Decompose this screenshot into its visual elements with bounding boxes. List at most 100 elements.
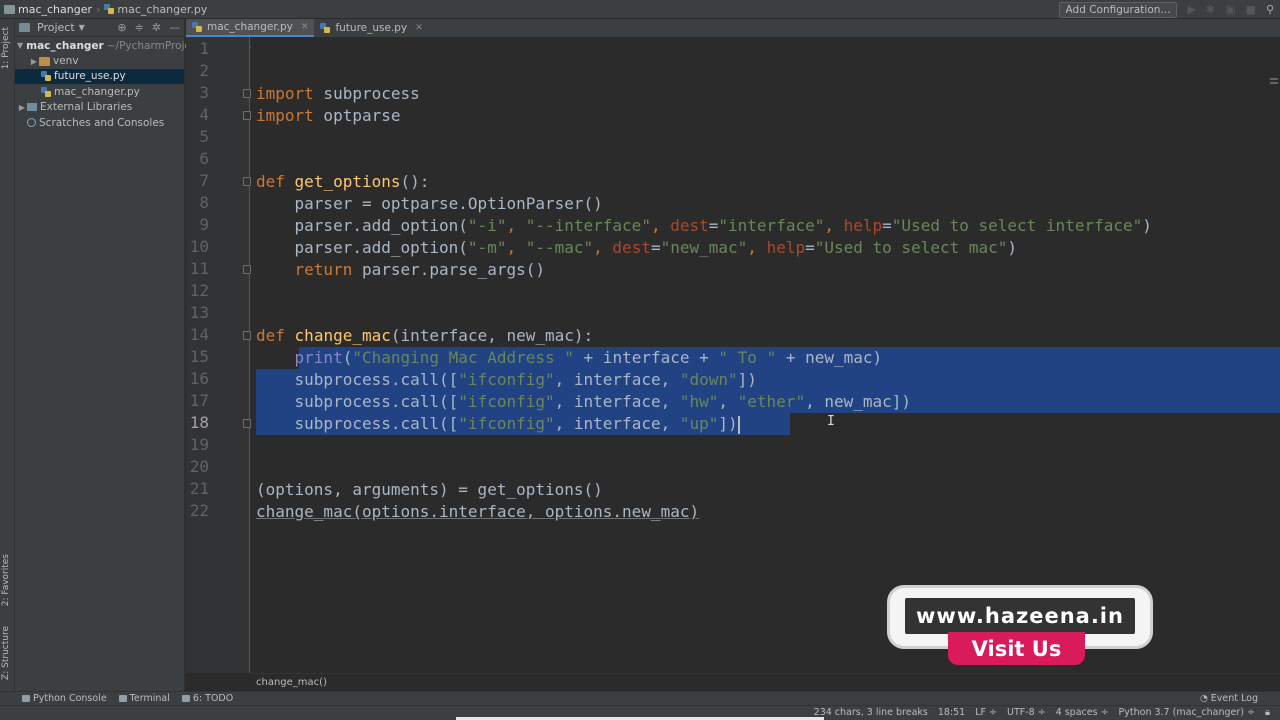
hide-icon[interactable]: — (169, 21, 180, 34)
gear-icon[interactable]: ✲ (152, 21, 161, 34)
fold-marker-icon[interactable] (243, 111, 251, 120)
project-panel-header: Project ▼ ⊕ ≑ ✲ — (15, 19, 184, 37)
line-number: 11 (189, 259, 209, 278)
breadcrumb-project[interactable]: mac_changer (4, 3, 92, 16)
coverage-icon[interactable]: ▣ (1225, 3, 1235, 16)
tree-item-future-use[interactable]: future_use.py (15, 68, 184, 85)
close-icon[interactable]: ✕ (301, 22, 309, 32)
python-file-icon (41, 71, 51, 82)
string: "--mac" (525, 238, 594, 257)
line-separator[interactable]: LF ÷ (975, 707, 997, 718)
terminal-icon (118, 695, 127, 702)
event-log-button[interactable]: ◔ Event Log (1200, 693, 1258, 704)
fold-marker-icon[interactable] (243, 89, 251, 98)
mouse-ibeam-cursor-icon: I (827, 414, 835, 429)
string: "interface" (718, 216, 825, 235)
chevron-right-icon[interactable]: ▶ (29, 57, 39, 66)
breadcrumb-file[interactable]: mac_changer.py (104, 3, 207, 16)
scrollbar-marker[interactable] (1270, 78, 1278, 84)
tree-item-label: venv (53, 55, 79, 68)
code-text: subprocess (313, 84, 420, 103)
code-editor[interactable]: import subprocess import optparse def ge… (251, 37, 1280, 673)
code-text: ) (1142, 216, 1152, 235)
python-file-icon (192, 22, 202, 32)
python-file-icon (320, 23, 331, 33)
code-text: ]) (718, 414, 738, 433)
line-number: 2 (199, 61, 209, 80)
line-number: 6 (199, 149, 209, 168)
string: "down" (679, 370, 738, 389)
line-number: 17 (189, 391, 209, 410)
tree-item-scratches[interactable]: Scratches and Consoles (15, 115, 184, 130)
chevron-right-icon[interactable]: ▶ (17, 103, 27, 112)
line-number: 16 (189, 369, 209, 388)
fold-marker-icon[interactable] (243, 419, 251, 428)
lock-icon[interactable]: 🔒︎ (1265, 707, 1270, 718)
tool-window-bar: Python Console Terminal 6: TODO ◔ Event … (0, 691, 1280, 705)
code-text: = (882, 216, 892, 235)
tree-item-label: Scratches and Consoles (39, 116, 165, 129)
python-console-icon (22, 695, 30, 702)
file-encoding[interactable]: UTF-8 ÷ (1007, 707, 1046, 718)
line-number: 3 (199, 83, 209, 102)
project-tool-tab[interactable]: 1: Project (1, 27, 11, 69)
code-text: (): (400, 172, 430, 191)
line-number-gutter[interactable]: 1 2 3 4 6 5 7 8 9 10 11 12 13 14 15 16 1… (186, 37, 251, 673)
tab-future-use[interactable]: future_use.py ✕ (314, 19, 428, 37)
caret-position[interactable]: 18:51 (938, 707, 965, 718)
tree-item-mac-changer[interactable]: mac_changer.py (15, 84, 184, 99)
chevron-down-icon[interactable]: ▼ (17, 41, 23, 50)
tree-item-root[interactable]: ▼ mac_changer ~/PycharmProjects/mac_chan… (15, 38, 280, 53)
code-text: subprocess.call([ (256, 392, 459, 411)
navigation-bar: mac_changer › mac_changer.py Add Configu… (0, 0, 1280, 19)
run-icon[interactable]: ▶ (1187, 3, 1195, 16)
terminal-button[interactable]: Terminal (118, 693, 170, 704)
fold-marker-icon[interactable] (243, 265, 251, 274)
code-line-9: parser.add_option("-i", "--interface", d… (256, 215, 1152, 237)
chevron-down-icon[interactable]: ▼ (79, 23, 85, 32)
fold-marker-icon[interactable] (243, 177, 251, 186)
close-icon[interactable]: ✕ (415, 23, 423, 33)
tab-label: future_use.py (335, 22, 408, 34)
library-icon (27, 103, 37, 112)
tree-item-label: mac_changer (26, 39, 104, 52)
interpreter-selector[interactable]: Python 3.7 (mac_changer) ÷ (1119, 707, 1255, 718)
breadcrumb-separator: › (96, 2, 101, 16)
line-number: 10 (189, 237, 209, 256)
favorites-tool-tab[interactable]: 2: Favorites (1, 554, 11, 606)
breadcrumb-function[interactable]: change_mac() (256, 677, 327, 688)
code-text: subprocess.call([ (256, 414, 459, 433)
indent-setting[interactable]: 4 spaces ÷ (1056, 707, 1109, 718)
collapse-icon[interactable]: ≑ (135, 21, 144, 34)
debug-icon[interactable]: ✱ (1206, 3, 1215, 16)
visit-us-label: Visit Us (971, 636, 1062, 661)
code-text: parser.add_option( (256, 238, 468, 257)
locate-icon[interactable]: ⊕ (117, 21, 126, 34)
tree-item-venv[interactable]: ▶ venv (15, 53, 184, 68)
tree-item-external-libraries[interactable]: ▶ External Libraries (15, 100, 184, 115)
add-configuration-button[interactable]: Add Configuration... (1058, 1, 1178, 18)
tab-mac-changer[interactable]: mac_changer.py ✕ (186, 19, 315, 37)
visit-us-badge: Visit Us (948, 632, 1085, 665)
tree-item-label: mac_changer.py (54, 85, 140, 98)
code-line-8: parser = optparse.OptionParser() (256, 194, 603, 213)
fold-marker-icon[interactable] (243, 331, 251, 340)
builtin: print (294, 348, 343, 367)
comma: , (593, 238, 613, 257)
folder-icon (39, 56, 50, 66)
code-text: , new_mac]) (805, 392, 912, 411)
python-console-button[interactable]: Python Console (22, 693, 107, 704)
comma: , (506, 216, 526, 235)
code-line-22: change_mac(options.interface, options.ne… (256, 502, 700, 521)
tool-label: 6: TODO (192, 693, 234, 704)
editor-breadcrumb[interactable]: change_mac() (251, 673, 1280, 691)
keyword: import (256, 84, 314, 103)
structure-tool-tab[interactable]: Z: Structure (1, 626, 11, 680)
search-icon[interactable]: ⚲ (1266, 3, 1274, 16)
todo-button[interactable]: 6: TODO (181, 693, 234, 704)
code-line-14: def change_mac(interface, new_mac): (256, 325, 593, 347)
project-panel-title[interactable]: Project (37, 21, 75, 34)
code-line-18: subprocess.call(["ifconfig", interface, … (256, 413, 740, 435)
stop-icon[interactable]: ■ (1246, 3, 1256, 16)
